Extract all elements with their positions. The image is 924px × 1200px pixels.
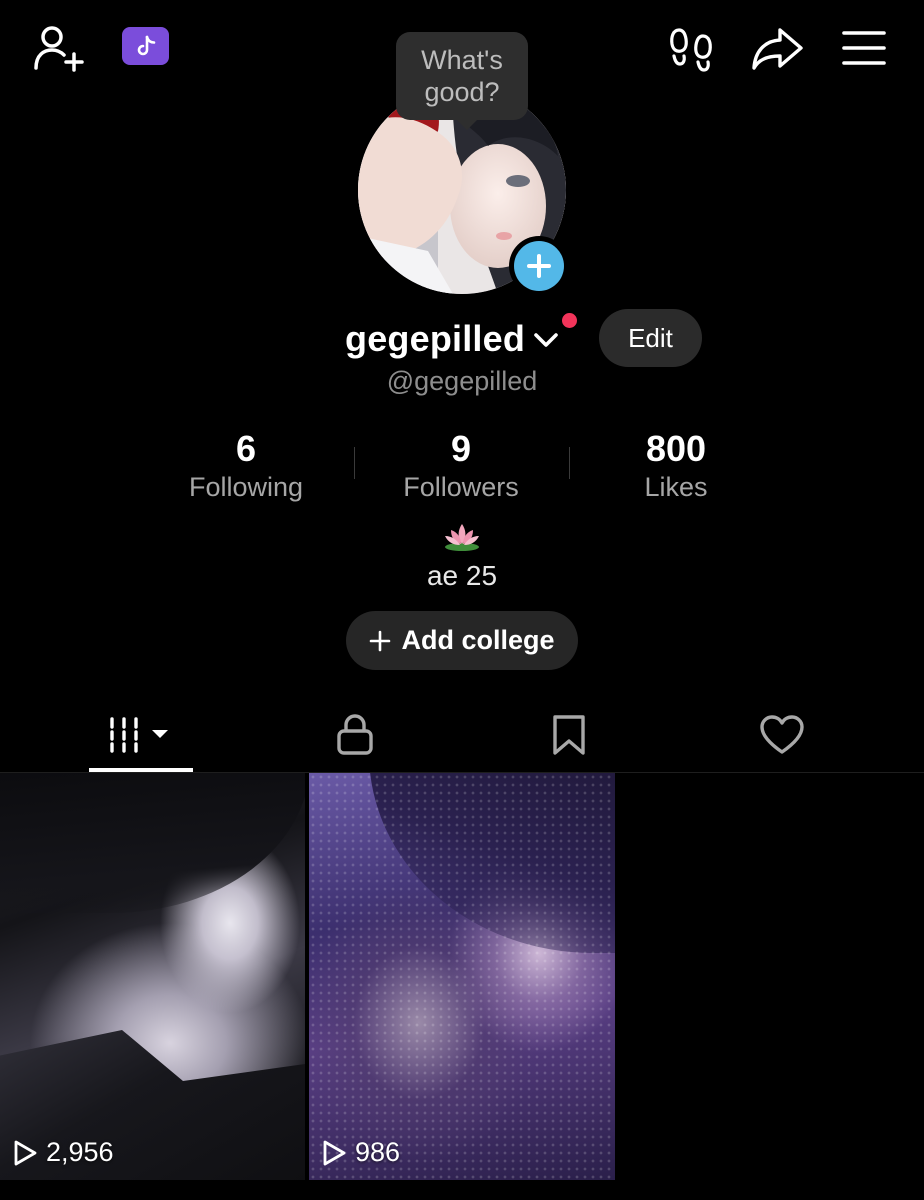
username: @gegepilled	[386, 366, 538, 396]
tab-private[interactable]	[305, 700, 405, 770]
menu-icon	[842, 31, 886, 65]
lock-icon	[337, 714, 373, 755]
share-profile-button[interactable]	[750, 24, 806, 72]
followers-count: 9	[450, 428, 472, 469]
following-label: Following	[188, 472, 304, 502]
likes-label: Likes	[644, 472, 708, 502]
tab-videos[interactable]	[89, 700, 193, 770]
view-count-text: 986	[355, 1137, 401, 1167]
tab-saved[interactable]	[519, 700, 619, 770]
profile-views-button[interactable]	[668, 24, 714, 72]
bio-text: ae 25	[426, 560, 498, 591]
followers-label: Followers	[403, 472, 519, 502]
stat-divider	[569, 447, 570, 479]
bio-lotus-emoji	[0, 522, 924, 557]
stat-divider	[354, 447, 355, 479]
add-story-circle	[514, 241, 564, 291]
thumbnail-dot-overlay	[309, 773, 615, 1180]
plus-icon	[370, 630, 391, 651]
thumbnail-art	[0, 773, 305, 913]
plus-icon	[527, 254, 551, 278]
stat-followers[interactable]: 9 Followers	[361, 428, 561, 504]
videos-grid-icon	[110, 717, 168, 753]
add-story-button[interactable]	[509, 236, 569, 296]
notification-dot	[562, 313, 577, 328]
add-college-label: Add college	[401, 625, 555, 655]
menu-button[interactable]	[840, 26, 888, 70]
view-count: 2,956	[12, 1137, 114, 1168]
play-icon	[14, 1140, 37, 1165]
play-icon	[323, 1140, 346, 1165]
edit-profile-button[interactable]: Edit	[599, 309, 702, 367]
tiktok-ticket-button[interactable]	[122, 27, 169, 65]
video-thumbnail[interactable]: 986	[309, 773, 615, 1180]
share-icon	[752, 28, 803, 70]
stat-likes[interactable]: 800 Likes	[576, 428, 776, 504]
add-friend-button[interactable]	[30, 24, 86, 72]
lotus-icon	[445, 524, 479, 551]
tooltip-tail	[455, 118, 479, 130]
chevron-down-icon	[534, 333, 558, 347]
heart-icon	[760, 715, 804, 754]
footprints-icon	[670, 28, 712, 72]
status-tooltip[interactable]: What's good?	[396, 32, 528, 120]
following-count: 6	[235, 428, 257, 469]
tiktok-ticket-icon	[137, 35, 155, 56]
bookmark-icon	[553, 715, 585, 755]
display-name: gegepilled	[345, 318, 526, 359]
stat-following[interactable]: 6 Following	[146, 428, 346, 504]
add-college-button[interactable]: Add college	[346, 611, 578, 670]
tab-liked[interactable]	[732, 700, 832, 770]
account-switcher[interactable]: gegepilled	[345, 315, 561, 363]
tooltip-text: What's good?	[421, 45, 503, 107]
video-thumbnail[interactable]: 2,956	[0, 773, 305, 1180]
likes-count: 800	[645, 428, 707, 469]
view-count: 986	[321, 1137, 400, 1168]
view-count-text: 2,956	[46, 1137, 114, 1167]
add-friend-icon	[34, 26, 84, 72]
